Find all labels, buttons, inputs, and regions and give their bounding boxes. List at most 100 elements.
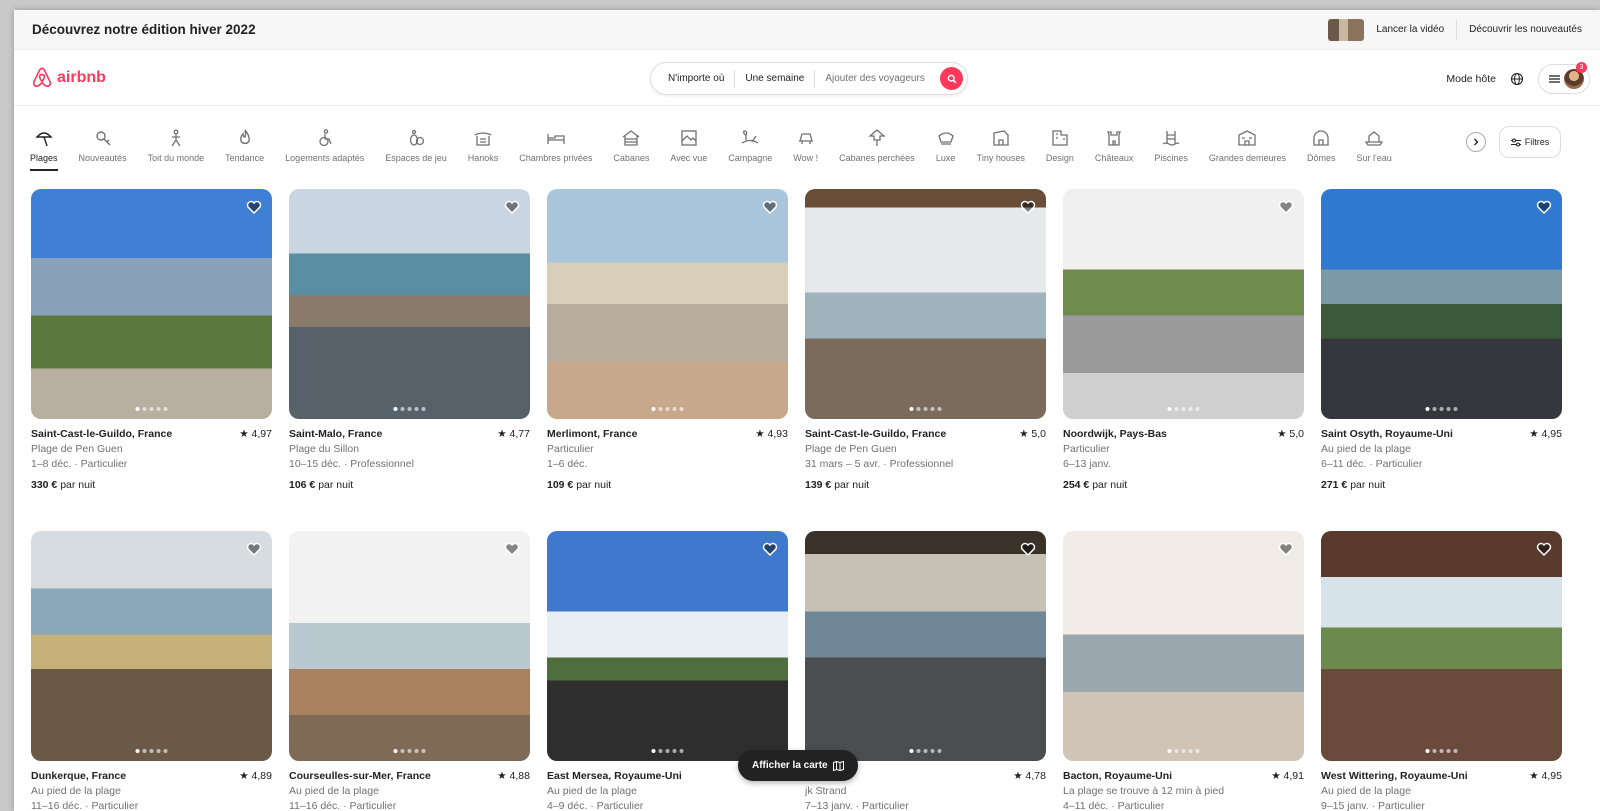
category-3[interactable]: Toit du monde	[148, 128, 204, 163]
category-10[interactable]: Avec vue	[670, 128, 707, 163]
listing-photo[interactable]	[1063, 189, 1304, 419]
listing-card[interactable]: Noordwijk, Pays-Bas ★ 5,0 Particulier 6–…	[1063, 189, 1304, 491]
listing-photo[interactable]	[805, 531, 1046, 761]
listing-line2: 9–15 janv. · Particulier	[1321, 800, 1425, 811]
category-label: Cabanes perchées	[839, 153, 915, 163]
search-bar[interactable]: N'importe où Une semaine Ajouter des voy…	[650, 62, 968, 95]
category-label: Plages	[30, 153, 58, 163]
category-8[interactable]: Chambres privées	[519, 128, 592, 163]
listing-photo[interactable]	[805, 189, 1046, 419]
category-11[interactable]: Campagne	[728, 128, 772, 163]
heart-icon[interactable]	[1536, 541, 1552, 557]
show-map-label: Afficher la carte	[752, 760, 828, 771]
dome-icon	[1313, 130, 1329, 146]
listing-line1: jk Strand	[805, 785, 847, 797]
category-18[interactable]: Piscines	[1154, 128, 1188, 163]
heart-icon[interactable]	[762, 199, 778, 215]
category-7[interactable]: Hanoks	[468, 128, 498, 163]
category-label: Châteaux	[1094, 153, 1134, 163]
listing-photo[interactable]	[31, 189, 272, 419]
listing-card[interactable]: Courseulles-sur-Mer, France ★ 4,88 Au pi…	[289, 531, 530, 811]
price-amount: 254 €	[1063, 479, 1090, 491]
discover-news-link[interactable]: Découvrir les nouveautés	[1469, 24, 1582, 35]
carousel-dots	[392, 749, 427, 753]
listing-photo[interactable]	[1063, 531, 1304, 761]
listing-card[interactable]: Saint-Cast-le-Guildo, France ★ 5,0 Plage…	[805, 189, 1046, 491]
filters-button[interactable]: Filtres	[1499, 126, 1561, 158]
category-1[interactable]: Plages	[30, 128, 58, 171]
category-9[interactable]: Cabanes	[613, 128, 649, 163]
listing-title: Noordwijk, Pays-Bas	[1063, 428, 1167, 440]
listing-line1: Particulier	[1063, 443, 1110, 455]
heart-icon[interactable]	[1020, 199, 1036, 215]
listing-card[interactable]: Saint Osyth, Royaume-Uni ★ 4,95 Au pied …	[1321, 189, 1562, 491]
category-4[interactable]: Tendance	[225, 128, 264, 163]
heart-icon[interactable]	[1536, 199, 1552, 215]
category-20[interactable]: Dômes	[1307, 128, 1335, 163]
heart-icon[interactable]	[246, 541, 262, 557]
category-6[interactable]: Espaces de jeu	[385, 128, 447, 163]
heart-icon[interactable]	[246, 199, 262, 215]
category-14[interactable]: Luxe	[936, 128, 956, 163]
globe-icon[interactable]	[1510, 72, 1524, 86]
carousel-dots	[1166, 749, 1201, 753]
treehouse-icon	[868, 129, 886, 146]
listing-card[interactable]: Dunkerque, France ★ 4,89 Au pied de la p…	[31, 531, 272, 811]
host-mode-link[interactable]: Mode hôte	[1446, 73, 1496, 85]
heart-icon[interactable]	[1020, 541, 1036, 557]
heart-icon[interactable]	[1278, 199, 1294, 215]
search-guests[interactable]: Ajouter des voyageurs	[815, 73, 935, 84]
listing-card[interactable]: West Wittering, Royaume-Uni ★ 4,95 Au pi…	[1321, 531, 1562, 811]
price-unit: par nuit	[834, 479, 870, 491]
category-label: Tiny houses	[976, 153, 1025, 163]
heart-icon[interactable]	[504, 541, 520, 557]
listing-title: West Wittering, Royaume-Uni	[1321, 770, 1468, 782]
play-video-link[interactable]: Lancer la vidéo	[1376, 24, 1444, 35]
heart-icon[interactable]	[504, 199, 520, 215]
design-icon	[1052, 130, 1068, 146]
castle-icon	[1107, 131, 1122, 146]
category-19[interactable]: Grandes demeures	[1209, 128, 1286, 163]
listing-photo[interactable]	[289, 531, 530, 761]
search-where[interactable]: N'importe où	[651, 73, 734, 84]
category-15[interactable]: Tiny houses	[977, 128, 1025, 163]
category-13[interactable]: Cabanes perchées	[839, 128, 915, 163]
search-button[interactable]	[940, 67, 963, 90]
category-label: Tendance	[225, 153, 265, 163]
listing-line2: 7–13 janv. · Particulier	[805, 800, 909, 811]
listing-card[interactable]: Saint-Malo, France ★ 4,77 Plage du Sillo…	[289, 189, 530, 491]
listing-price: 139 € par nuit	[805, 479, 1046, 491]
listing-photo[interactable]	[547, 189, 788, 419]
user-menu-button[interactable]: 3	[1538, 62, 1590, 94]
carousel-dots	[908, 407, 943, 411]
search-when[interactable]: Une semaine	[735, 73, 814, 84]
category-17[interactable]: Châteaux	[1094, 128, 1134, 163]
category-label: Wow !	[793, 153, 819, 163]
listing-line1: La plage se trouve à 12 min à pied	[1063, 785, 1225, 797]
listing-photo[interactable]	[1321, 531, 1562, 761]
video-thumbnail[interactable]	[1328, 18, 1365, 41]
show-map-button[interactable]: Afficher la carte	[738, 750, 858, 781]
listing-card[interactable]: Saint-Cast-le-Guildo, France ★ 4,97 Plag…	[31, 189, 272, 491]
category-5[interactable]: Logements adaptés	[285, 128, 364, 163]
listing-card[interactable]: Bacton, Royaume-Uni ★ 4,91 La plage se t…	[1063, 531, 1304, 811]
category-12[interactable]: Wow !	[793, 128, 818, 163]
listing-photo[interactable]	[289, 189, 530, 419]
listing-rating: ★ 4,91	[1271, 770, 1304, 782]
heart-icon[interactable]	[1278, 541, 1294, 557]
listing-photo[interactable]	[1321, 189, 1562, 419]
category-21[interactable]: Sur l'eau	[1356, 128, 1392, 163]
carousel-dots	[392, 407, 427, 411]
listing-rating: ★ 4,88	[497, 770, 530, 782]
category-16[interactable]: Design	[1046, 128, 1074, 163]
listing-line2: 4–11 déc. · Particulier	[1063, 800, 1165, 811]
listing-rating: ★ 4,97	[239, 428, 272, 440]
listing-line1: Au pied de la plage	[1321, 443, 1411, 455]
listing-photo[interactable]	[547, 531, 788, 761]
listing-card[interactable]: Merlimont, France ★ 4,93 Particulier 1–6…	[547, 189, 788, 491]
category-label: Design	[1045, 153, 1074, 163]
listing-photo[interactable]	[31, 531, 272, 761]
heart-icon[interactable]	[762, 541, 778, 557]
category-2[interactable]: Nouveautés	[79, 128, 127, 163]
airbnb-logo[interactable]: airbnb	[31, 67, 106, 89]
